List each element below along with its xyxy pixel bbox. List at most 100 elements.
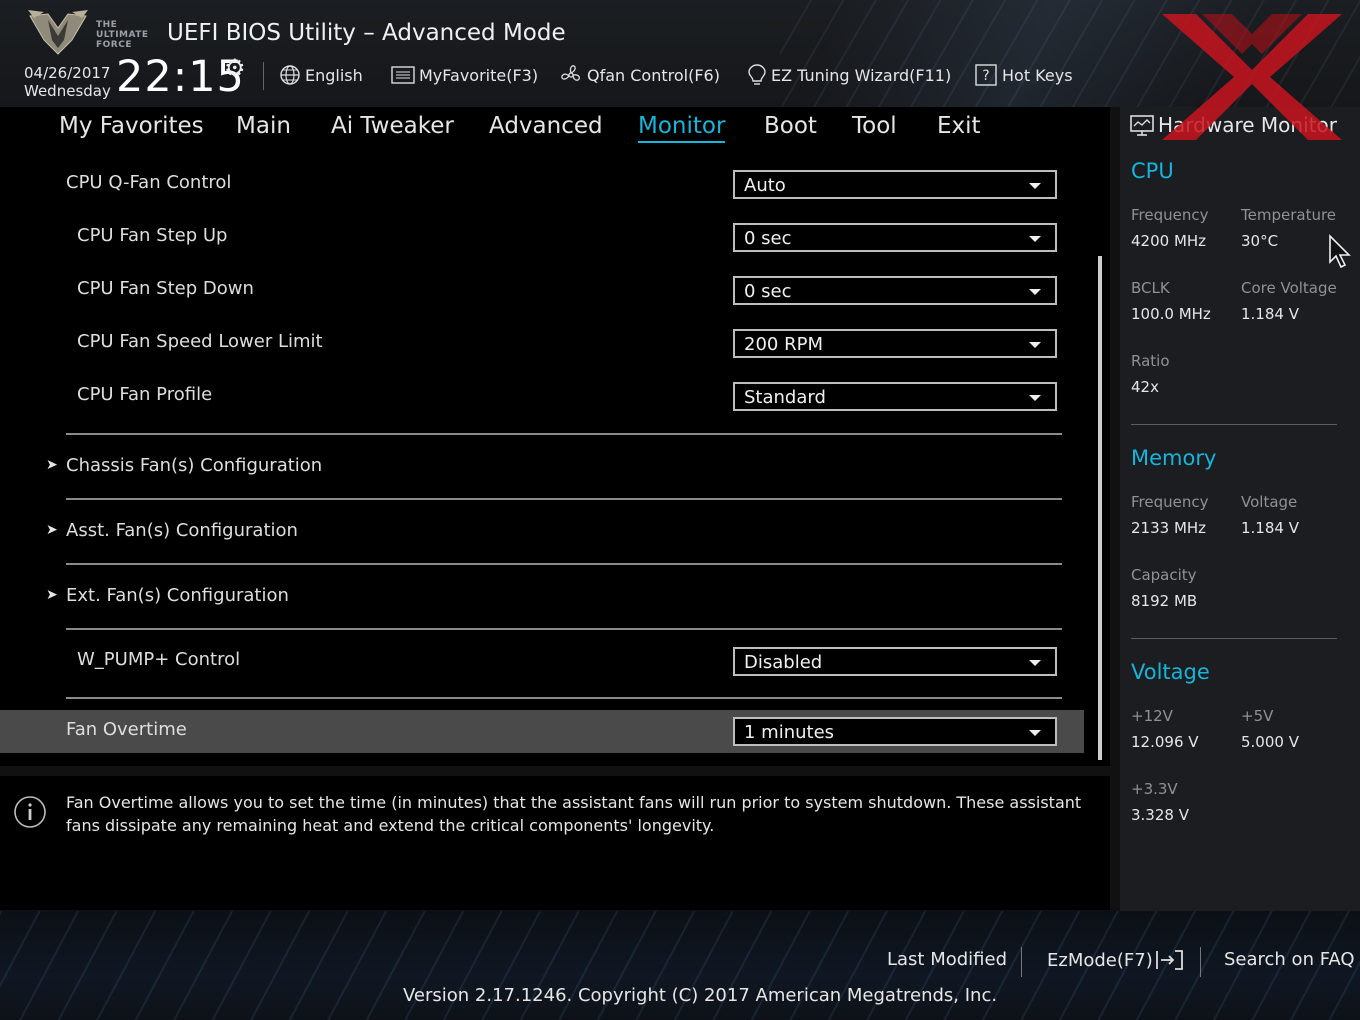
tab-advanced[interactable]: Advanced [489,113,603,139]
mouse-cursor-icon [1329,234,1351,269]
window-title: UEFI BIOS Utility – Advanced Mode [167,20,566,46]
cpu-frequency-value: 4200 MHz [1131,232,1207,250]
w-pump-control-dropdown[interactable]: Disabled [733,647,1057,676]
setting-row-cpu-fan-step-down[interactable]: CPU Fan Step Down 0 sec [0,274,1084,306]
dropdown-value: Auto [744,175,786,196]
setting-row-cpu-q-fan-control[interactable]: CPU Q-Fan Control Auto [0,168,1084,200]
setting-label: CPU Fan Speed Lower Limit [77,331,323,352]
setting-label: CPU Q-Fan Control [66,172,232,193]
tab-monitor[interactable]: Monitor [638,113,726,143]
cpu-temperature-value: 30°C [1241,232,1279,250]
tab-exit[interactable]: Exit [937,113,981,139]
bclk-label: BCLK [1131,279,1170,297]
cpu-fan-step-down-dropdown[interactable]: 0 sec [733,276,1057,305]
section-divider [66,628,1062,630]
watermark-xx-logo [1162,14,1342,140]
monitor-icon [1130,115,1154,136]
question-box-icon: ? [975,64,997,86]
memory-voltage-value: 1.184 V [1241,519,1299,537]
fan-overtime-dropdown[interactable]: 1 minutes [733,717,1057,746]
ez-tuning-wizard-button[interactable]: EZ Tuning Wizard(F11) [747,62,951,88]
header-divider [263,62,264,90]
v5-value: 5.000 V [1241,733,1299,751]
dropdown-value: Standard [744,387,826,408]
qfan-control-button[interactable]: Qfan Control(F6) [559,62,720,88]
submenu-chassis-fan-configuration[interactable]: ➤ Chassis Fan(s) Configuration [0,450,1084,482]
setting-label: CPU Fan Step Up [77,225,228,246]
chevron-down-icon [1029,395,1041,401]
setting-row-w-pump-control[interactable]: W_PUMP+ Control Disabled [0,645,1084,677]
search-on-faq-button[interactable]: Search on FAQ [1224,949,1355,970]
chevron-right-icon: ➤ [46,587,58,603]
cpu-frequency-label: Frequency [1131,206,1209,224]
footer-divider [1021,947,1022,977]
cpu-q-fan-control-dropdown[interactable]: Auto [733,170,1057,199]
weekday-display: Wednesday [24,82,111,100]
last-modified-button[interactable]: Last Modified [887,949,1007,970]
myfavorite-button[interactable]: MyFavorite(F3) [391,62,538,88]
chevron-right-icon: ➤ [46,457,58,473]
setting-row-cpu-fan-speed-lower-limit[interactable]: CPU Fan Speed Lower Limit 200 RPM [0,327,1084,359]
setting-row-cpu-fan-profile[interactable]: CPU Fan Profile Standard [0,380,1084,412]
submenu-asst-fan-configuration[interactable]: ➤ Asst. Fan(s) Configuration [0,515,1084,547]
hot-keys-button[interactable]: ? Hot Keys [974,62,1073,88]
dropdown-value: 200 RPM [744,334,823,355]
submenu-ext-fan-configuration[interactable]: ➤ Ext. Fan(s) Configuration [0,580,1084,612]
v12-label: +12V [1131,707,1173,725]
settings-panel: CPU Q-Fan Control Auto CPU Fan Step Up 0… [0,148,1110,766]
chevron-right-icon: ➤ [46,522,58,538]
qfan-control-label: Qfan Control(F6) [587,65,720,85]
memory-voltage-label: Voltage [1241,493,1298,511]
gear-icon[interactable]: ⚙ [224,54,246,82]
chevron-down-icon [1029,660,1041,666]
tab-main[interactable]: Main [236,113,291,139]
date-display: 04/26/2017 [24,64,111,82]
voltage-heading: Voltage [1131,660,1210,684]
memory-frequency-label: Frequency [1131,493,1209,511]
help-info-panel: Fan Overtime allows you to set the time … [0,776,1110,910]
cpu-fan-speed-lower-limit-dropdown[interactable]: 200 RPM [733,329,1057,358]
footer-divider [1200,947,1201,977]
capacity-label: Capacity [1131,566,1197,584]
lightbulb-icon [748,64,766,85]
cpu-fan-profile-dropdown[interactable]: Standard [733,382,1057,411]
tab-my-favorites[interactable]: My Favorites [59,113,204,139]
hw-divider [1131,424,1337,425]
main-tab-bar: My Favorites Main Ai Tweaker Advanced Mo… [0,107,1110,148]
submenu-label: Ext. Fan(s) Configuration [66,585,289,606]
tab-boot[interactable]: Boot [764,113,817,139]
setting-label: CPU Fan Profile [77,384,213,405]
dropdown-value: 1 minutes [744,722,835,743]
settings-scrollbar[interactable] [1098,256,1102,760]
hardware-monitor-panel: Hardware Monitor CPU Frequency Temperatu… [1120,107,1360,911]
info-icon [14,796,46,828]
language-button[interactable]: English [279,62,363,88]
cpu-temperature-label: Temperature [1241,206,1337,224]
setting-row-cpu-fan-step-up[interactable]: CPU Fan Step Up 0 sec [0,221,1084,253]
chevron-down-icon [1029,236,1041,242]
cpu-heading: CPU [1131,159,1174,183]
memory-heading: Memory [1131,446,1217,470]
tab-tool[interactable]: Tool [852,113,897,139]
section-divider [66,563,1062,565]
setting-row-fan-overtime[interactable]: Fan Overtime 1 minutes [0,710,1084,753]
section-divider [66,433,1062,435]
dropdown-value: 0 sec [744,281,792,302]
cpu-fan-step-up-dropdown[interactable]: 0 sec [733,223,1057,252]
help-text: Fan Overtime allows you to set the time … [66,793,1082,835]
header-bar: THE ULTIMATE FORCE UEFI BIOS Utility – A… [0,0,1360,107]
ratio-value: 42x [1131,378,1159,396]
ezmode-label: EzMode(F7) [1047,949,1153,971]
version-copyright: Version 2.17.1246. Copyright (C) 2017 Am… [403,985,998,1006]
svg-text:?: ? [982,68,989,84]
hot-keys-label: Hot Keys [1002,65,1073,85]
section-divider [66,697,1062,699]
ezmode-button[interactable]: EzMode(F7) [1047,949,1185,971]
myfavorite-label: MyFavorite(F3) [419,65,539,85]
setting-label: CPU Fan Step Down [77,278,254,299]
tab-ai-tweaker[interactable]: Ai Tweaker [331,113,454,139]
v5-label: +5V [1241,707,1274,725]
dropdown-value: Disabled [744,652,823,673]
favorite-list-icon [391,66,415,84]
chevron-down-icon [1029,342,1041,348]
